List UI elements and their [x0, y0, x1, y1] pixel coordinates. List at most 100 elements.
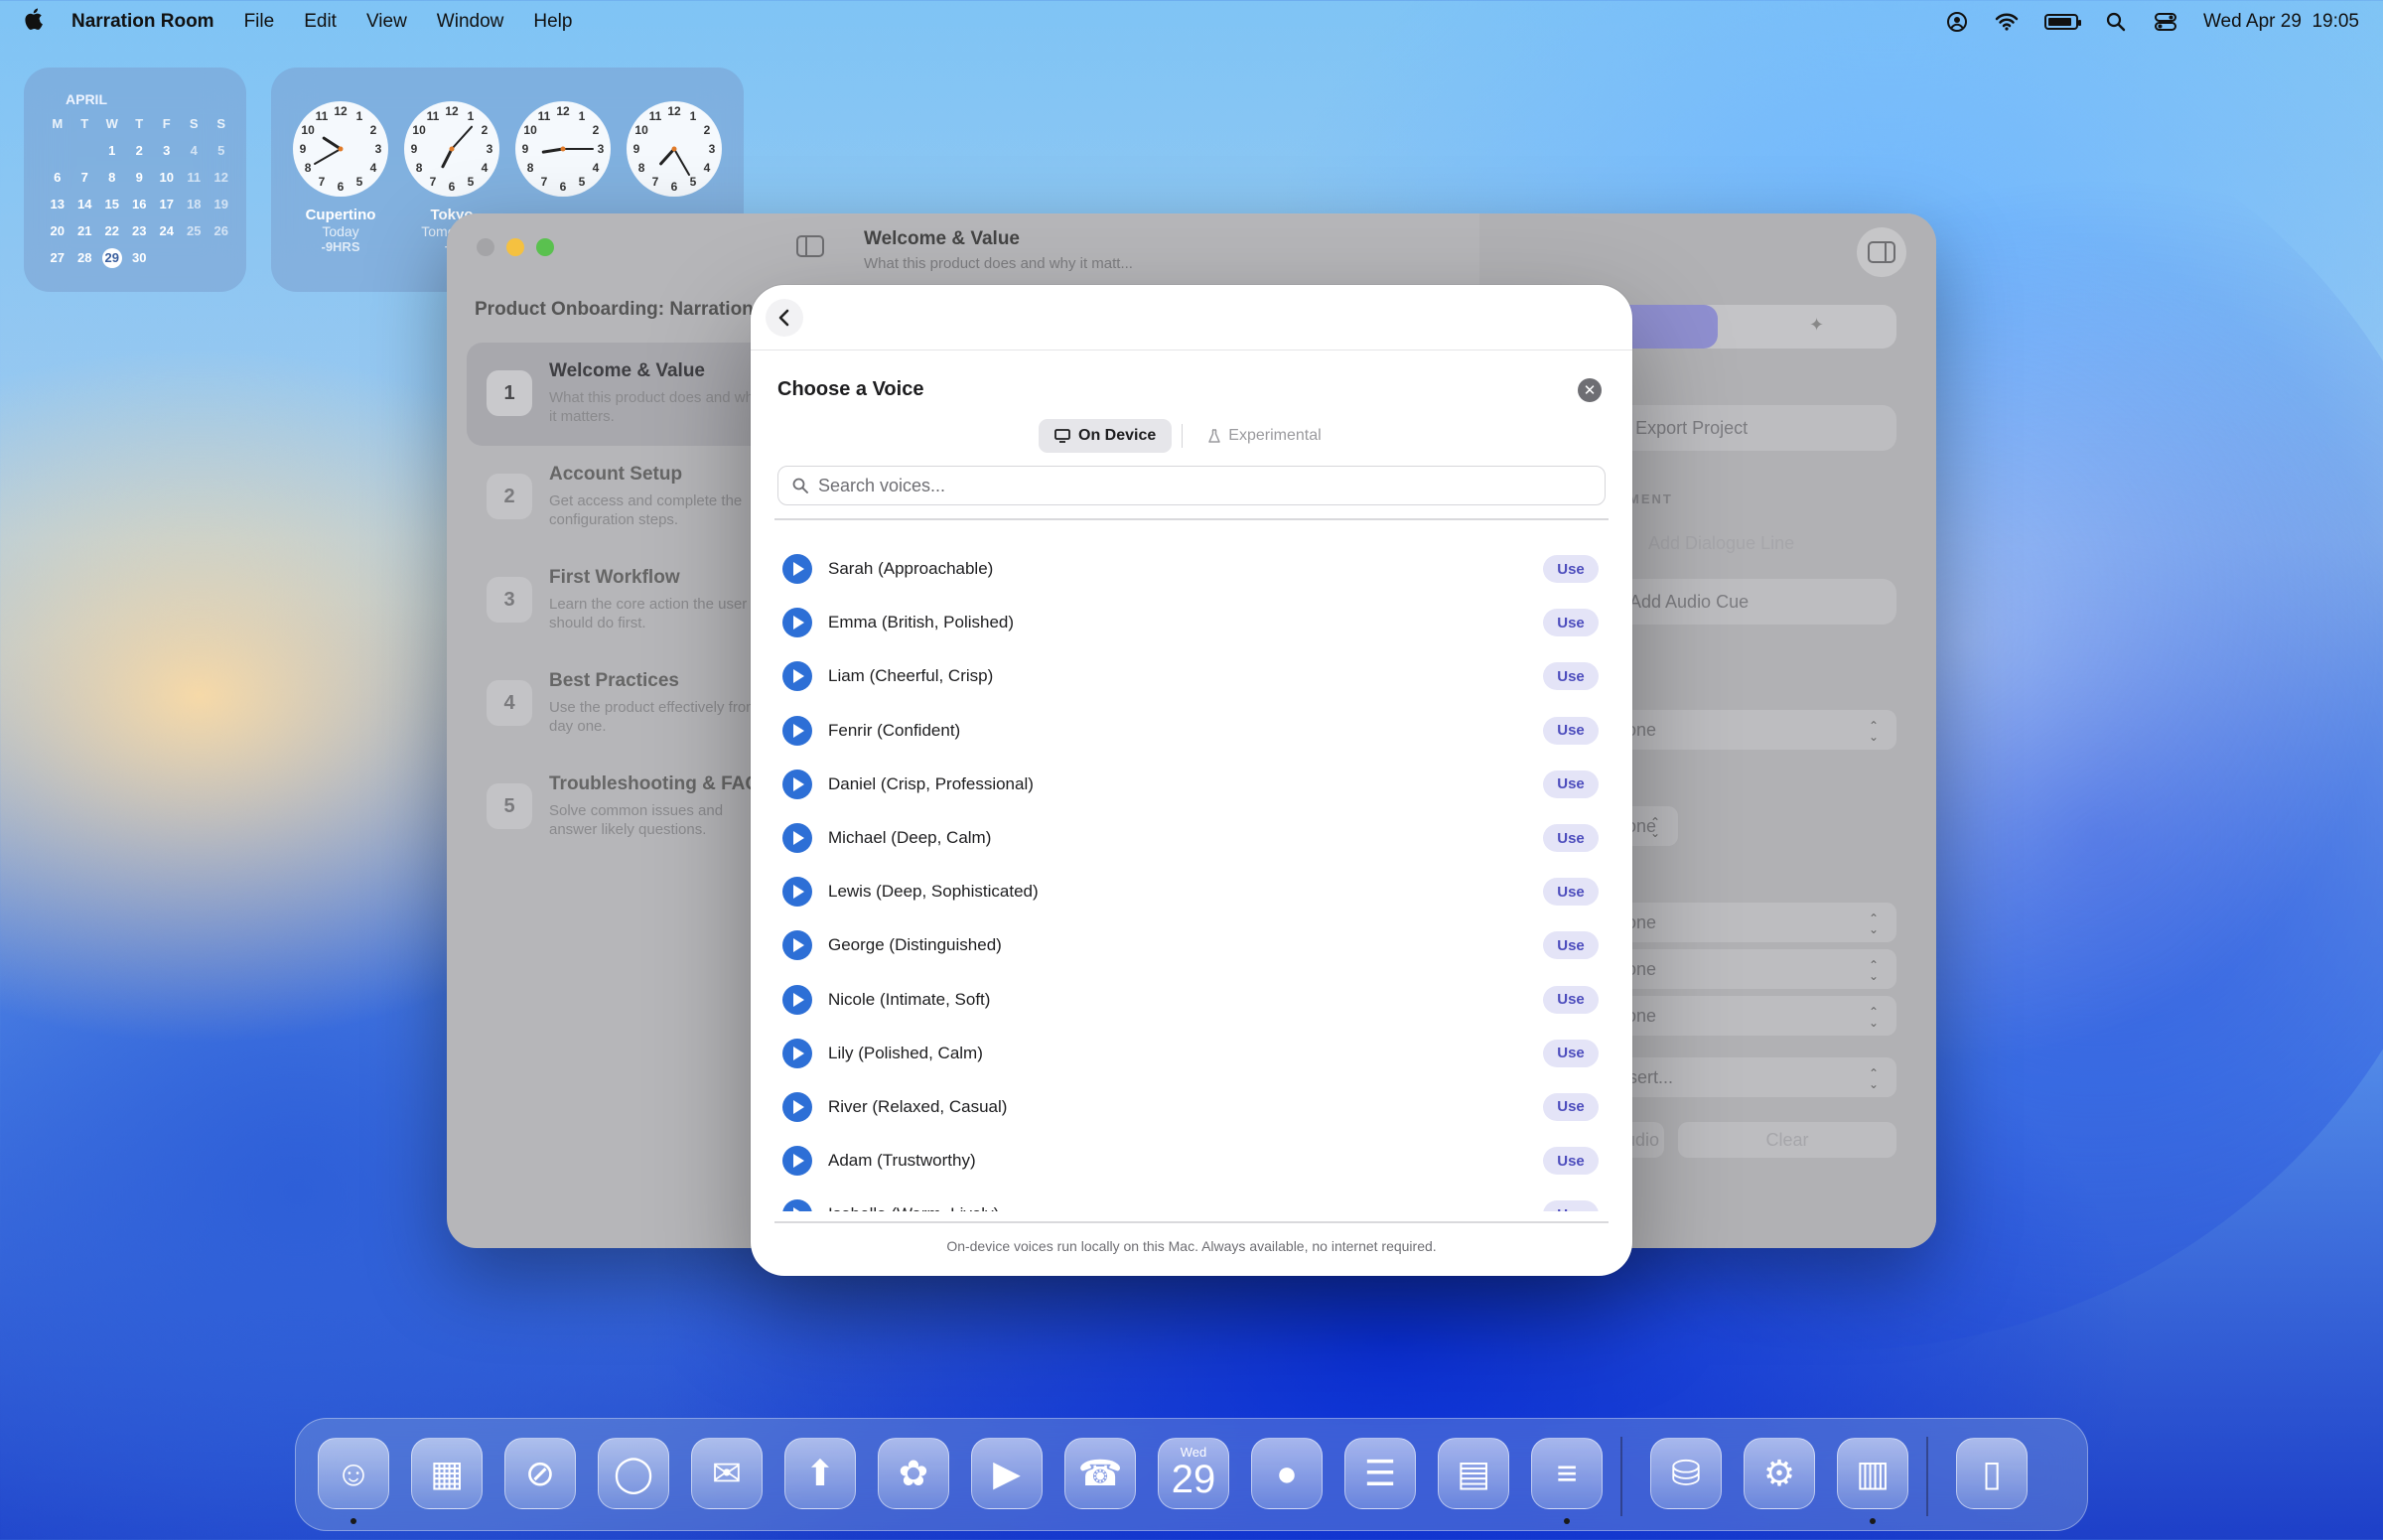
- preview-voice-button[interactable]: [782, 984, 812, 1015]
- app-name-menu[interactable]: Narration Room: [71, 11, 214, 33]
- project-title: Product Onboarding: Narration R: [475, 299, 772, 320]
- finder-icon[interactable]: ☺: [318, 1438, 389, 1509]
- preview-voice-button[interactable]: [782, 1199, 812, 1211]
- search-input[interactable]: [818, 475, 1605, 496]
- inspector-toggle-button[interactable]: [1857, 227, 1906, 277]
- voice-row: Fenrir (Confident) Use: [774, 704, 1609, 758]
- add-dialogue-line-button[interactable]: Add Dialogue Line: [1648, 533, 1794, 554]
- play-icon: [793, 831, 804, 846]
- voice-row: Adam (Trustworthy) Use: [774, 1134, 1609, 1188]
- voice-row: Daniel (Crisp, Professional) Use: [774, 758, 1609, 811]
- calendar-widget[interactable]: APRIL M T W T F S S 1 2 3 4 5 6 7 8 9 10 11 12 13 14 15 16 17 18…: [24, 68, 246, 292]
- window-close-button[interactable]: [477, 238, 494, 256]
- close-dialog-button[interactable]: ✕: [1578, 378, 1602, 402]
- trash-icon[interactable]: ▯: [1956, 1438, 2028, 1509]
- use-voice-button[interactable]: Use: [1543, 1092, 1599, 1121]
- spotlight-search-icon[interactable]: [2104, 10, 2128, 34]
- numbers-icon[interactable]: ▥: [1837, 1438, 1908, 1509]
- preview-voice-button[interactable]: [782, 1146, 812, 1177]
- sparkle-icon[interactable]: ✦: [1809, 315, 1824, 336]
- calendar-weekday: W: [105, 116, 118, 131]
- menu-edit[interactable]: Edit: [304, 11, 337, 33]
- voice-list[interactable]: Sarah (Approachable) Use Emma (British, …: [774, 520, 1609, 1211]
- battery-icon[interactable]: [2043, 14, 2081, 30]
- use-voice-button[interactable]: Use: [1543, 770, 1599, 798]
- preview-voice-button[interactable]: [782, 661, 812, 692]
- facetime-icon[interactable]: ▶: [971, 1438, 1043, 1509]
- wifi-icon[interactable]: [1995, 10, 2019, 34]
- calendar-weekday: S: [216, 116, 226, 131]
- use-voice-button[interactable]: Use: [1543, 555, 1599, 584]
- voice-name: Lewis (Deep, Sophisticated): [828, 882, 1039, 902]
- preview-voice-button[interactable]: [782, 715, 812, 746]
- chevron-left-icon: [778, 309, 789, 327]
- phone-icon[interactable]: ☎: [1064, 1438, 1136, 1509]
- play-icon: [793, 723, 804, 738]
- calendar-day: 13: [50, 197, 65, 211]
- back-button[interactable]: [766, 299, 803, 337]
- window-zoom-button[interactable]: [536, 238, 554, 256]
- calculator-icon[interactable]: ▦: [411, 1438, 483, 1509]
- preview-voice-button[interactable]: [782, 554, 812, 585]
- preview-voice-button[interactable]: [782, 608, 812, 638]
- calendar-day: [71, 142, 99, 160]
- calendar-day: 7: [80, 170, 88, 185]
- use-voice-button[interactable]: Use: [1543, 878, 1599, 907]
- menu-file[interactable]: File: [244, 11, 275, 33]
- use-voice-button[interactable]: Use: [1543, 716, 1599, 745]
- clear-button[interactable]: Clear: [1678, 1122, 1896, 1158]
- tab-experimental[interactable]: Experimental: [1192, 419, 1336, 453]
- user-account-icon[interactable]: [1945, 10, 1969, 34]
- use-voice-button[interactable]: Use: [1543, 609, 1599, 637]
- sidebar-toggle-icon[interactable]: [796, 235, 824, 257]
- use-voice-button[interactable]: Use: [1543, 1200, 1599, 1211]
- disk-utility-icon[interactable]: ⛁: [1650, 1438, 1722, 1509]
- mail-icon[interactable]: ✉: [691, 1438, 763, 1509]
- tab-on-device[interactable]: On Device: [1039, 419, 1173, 453]
- window-minimize-button[interactable]: [506, 238, 524, 256]
- photos-icon[interactable]: ✿: [878, 1438, 949, 1509]
- safari-icon[interactable]: ⊘: [504, 1438, 576, 1509]
- voice-search-field[interactable]: [777, 466, 1606, 505]
- calendar-day: 18: [187, 197, 202, 211]
- use-voice-button[interactable]: Use: [1543, 931, 1599, 960]
- running-indicator: [1564, 1518, 1570, 1524]
- preview-voice-button[interactable]: [782, 877, 812, 908]
- contacts-icon[interactable]: ●: [1251, 1438, 1323, 1509]
- preview-voice-button[interactable]: [782, 1091, 812, 1122]
- calendar-icon[interactable]: Wed 29: [1158, 1438, 1229, 1509]
- calendar-weekday: T: [80, 116, 89, 131]
- window-subtitle: What this product does and why it matt..…: [864, 255, 1133, 272]
- voice-row: Liam (Cheerful, Crisp) Use: [774, 649, 1609, 703]
- use-voice-button[interactable]: Use: [1543, 662, 1599, 691]
- play-icon: [793, 616, 804, 630]
- control-center-icon[interactable]: [2154, 10, 2177, 34]
- calendar-weekday: T: [135, 116, 144, 131]
- preview-voice-button[interactable]: [782, 930, 812, 961]
- use-voice-button[interactable]: Use: [1543, 1039, 1599, 1067]
- menubar-clock[interactable]: Wed Apr 29 19:05: [2203, 11, 2359, 33]
- use-voice-button[interactable]: Use: [1543, 985, 1599, 1014]
- preview-voice-button[interactable]: [782, 1038, 812, 1068]
- menu-view[interactable]: View: [366, 11, 407, 33]
- voice-name: Liam (Cheerful, Crisp): [828, 666, 994, 686]
- maps-icon[interactable]: ⬆: [784, 1438, 856, 1509]
- battery-fill: [2047, 18, 2072, 26]
- use-voice-button[interactable]: Use: [1543, 1147, 1599, 1176]
- voice-row: Sarah (Approachable) Use: [774, 542, 1609, 596]
- preview-voice-button[interactable]: [782, 769, 812, 799]
- calendar-day: 9: [135, 170, 143, 185]
- menu-help[interactable]: Help: [533, 11, 572, 33]
- messages-icon[interactable]: ◯: [598, 1438, 669, 1509]
- use-voice-button[interactable]: Use: [1543, 824, 1599, 853]
- narration-room-icon[interactable]: ≡: [1531, 1438, 1603, 1509]
- menu-window[interactable]: Window: [437, 11, 504, 33]
- monitor-icon: [1054, 429, 1070, 443]
- reminders-icon[interactable]: ☰: [1344, 1438, 1416, 1509]
- apple-menu-icon[interactable]: [24, 7, 46, 38]
- calendar-day: 21: [77, 223, 92, 238]
- preview-voice-button[interactable]: [782, 823, 812, 854]
- calendar-day: 26: [213, 223, 228, 238]
- notes-icon[interactable]: ▤: [1438, 1438, 1509, 1509]
- system-settings-icon[interactable]: ⚙: [1744, 1438, 1815, 1509]
